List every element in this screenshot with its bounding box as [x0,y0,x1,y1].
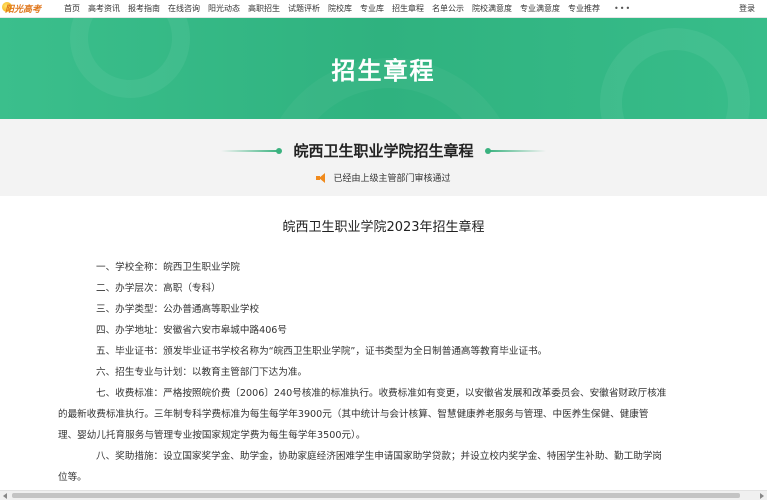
login-link[interactable]: 登录 [739,3,755,14]
nav-menu: 首页 高考资讯 报考指南 在线咨询 阳光动态 高职招生 试题评析 院校库 专业库… [64,3,631,14]
nav-item-guide[interactable]: 报考指南 [128,3,160,14]
nav-item-exam-analysis[interactable]: 试题评析 [288,3,320,14]
content-line: 六、招生专业与计划：以教育主管部门下达为准。 [96,367,308,378]
scrollbar-thumb[interactable] [12,493,740,498]
scroll-right-icon[interactable] [760,493,764,499]
content-line: 四、办学地址：安徽省六安市皋城中路406号 [96,325,287,336]
content-line: 八、奖助措施：设立国家奖学金、助学金，协助家庭经济困难学生申请国家助学贷款；并设… [96,451,663,462]
site-logo-text: 阳光高考 [5,5,42,15]
approval-notice: 已经由上级主管部门审核通过 [0,171,767,184]
content-line: 位等。 [58,472,87,483]
content-line: 二、办学层次：高职（专科） [96,283,221,294]
document-title: 皖西卫生职业学院2023年招生章程 [282,220,485,235]
page-title: 招生章程 [331,57,436,85]
content-line: 理、婴幼儿托育服务与管理专业按国家规定学费为每生每学年3500元）。 [58,430,366,441]
nav-item-news[interactable]: 高考资讯 [88,3,120,14]
speaker-icon [316,172,328,183]
document-heading: 皖西卫生职业学院招生章程 [293,142,474,160]
nav-item-major-recommend[interactable]: 专业推荐 [568,3,600,14]
horizontal-scrollbar[interactable] [0,490,767,500]
nav-item-college-satisfaction[interactable]: 院校满意度 [472,3,512,14]
approval-text: 已经由上级主管部门审核通过 [333,174,451,184]
page-banner: 招生章程 [0,18,767,119]
content-line: 五、毕业证书：颁发毕业证书学校名称为“皖西卫生职业学院”，证书类型为全日制普通高… [96,346,548,357]
nav-more-button[interactable]: ••• [614,4,631,13]
content-line: 三、办学类型：公办普通高等职业学校 [96,304,260,315]
nav-item-dynamics[interactable]: 阳光动态 [208,3,240,14]
top-navigation-bar: 阳光高考 首页 高考资讯 报考指南 在线咨询 阳光动态 高职招生 试题评析 院校… [0,0,767,18]
nav-item-lists[interactable]: 名单公示 [432,3,464,14]
nav-item-home[interactable]: 首页 [64,3,80,14]
nav-item-college-library[interactable]: 院校库 [328,3,352,14]
document-header: 皖西卫生职业学院招生章程 已经由上级主管部门审核通过 [0,119,767,196]
document-heading-row: 皖西卫生职业学院招生章程 [0,140,767,161]
nav-item-regulations[interactable]: 招生章程 [392,3,424,14]
nav-item-major-library[interactable]: 专业库 [360,3,384,14]
nav-item-consult[interactable]: 在线咨询 [168,3,200,14]
content-line: 七、收费标准：严格按照皖价费〔2006〕240号核准的标准执行。收费标准如有变更… [96,388,667,399]
content-line: 一、学校全称：皖西卫生职业学院 [96,262,240,273]
heading-divider-right [484,147,546,154]
content-line: 的最新收费标准执行。三年制专科学费标准为每生每学年3900元（其中统计与会计核算… [58,409,649,420]
document-content: 皖西卫生职业学院2023年招生章程 一、学校全称：皖西卫生职业学院 二、办学层次… [0,196,767,490]
nav-item-major-satisfaction[interactable]: 专业满意度 [520,3,560,14]
heading-divider-left [221,147,283,154]
site-logo[interactable]: 阳光高考 [2,1,52,17]
scroll-left-icon[interactable] [3,493,7,499]
nav-item-vocational[interactable]: 高职招生 [248,3,280,14]
